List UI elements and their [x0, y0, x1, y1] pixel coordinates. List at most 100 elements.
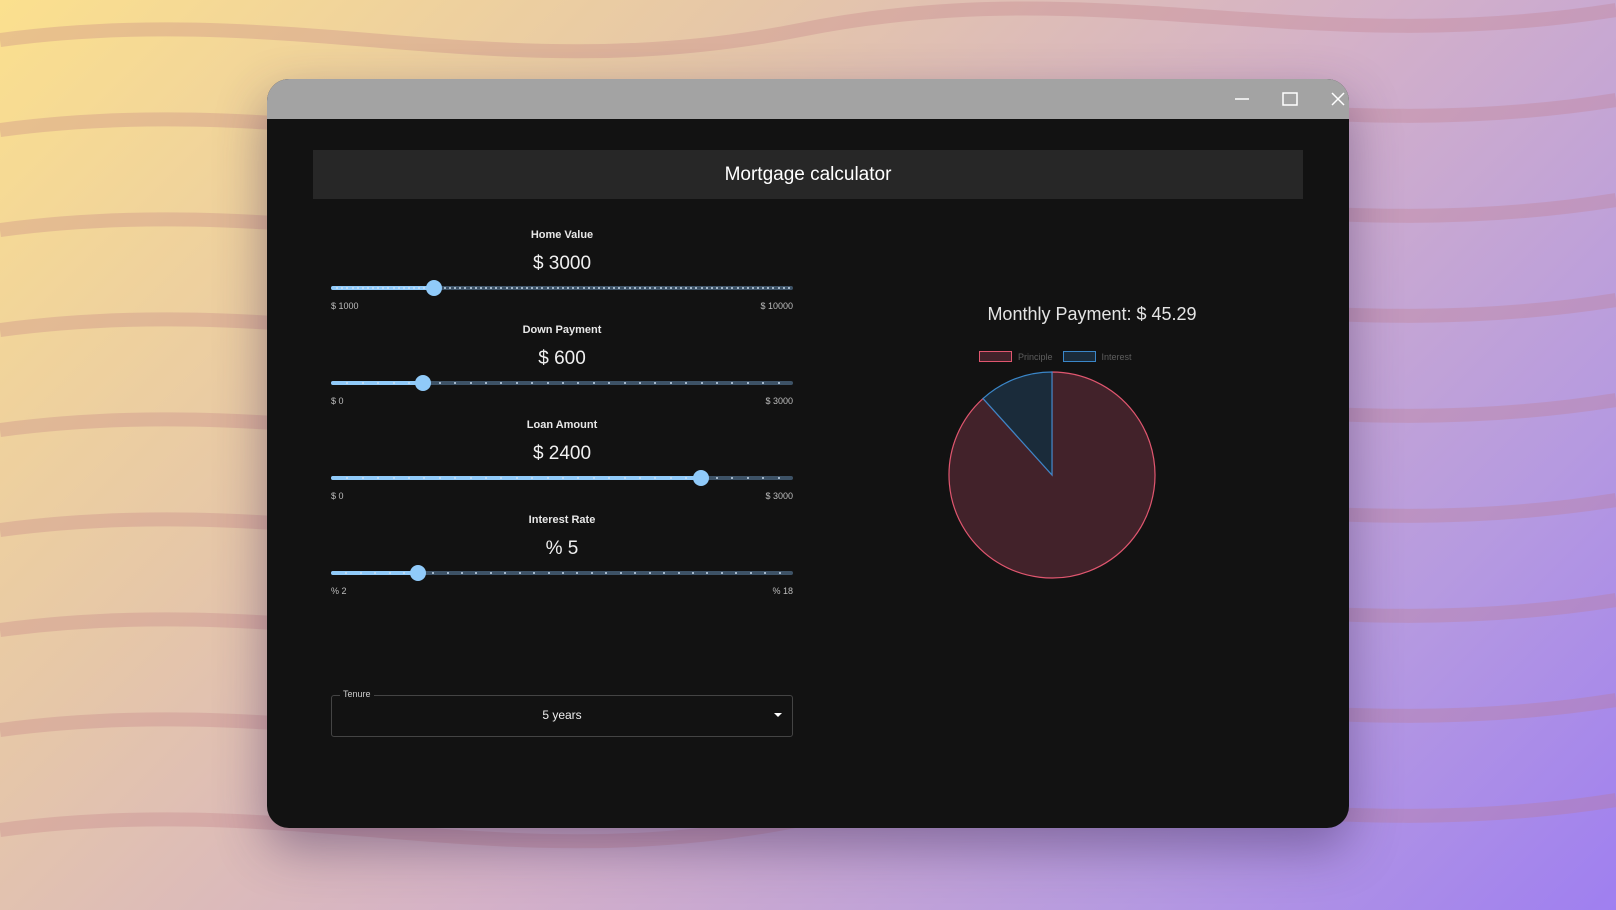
slider-tick [515, 477, 518, 479]
slider-tick [556, 287, 559, 289]
slider-tick [546, 477, 549, 479]
loan-amount-slider-block: Loan Amount $ 2400 $ 0 $ 3000 [331, 419, 793, 514]
slider-tick [359, 572, 362, 574]
slider-tick [377, 382, 380, 384]
slider-tick [762, 287, 765, 289]
slider-panel: Home Value $ 3000 $ 1000 $ 10000 Down Pay… [331, 229, 793, 609]
slider-tick [402, 287, 405, 289]
slider-tick [446, 572, 449, 574]
tenure-select[interactable]: Tenure 5 years [331, 689, 793, 737]
loan-amount-slider[interactable] [331, 470, 793, 486]
legend-label-principle[interactable]: Principle [1018, 352, 1053, 362]
tenure-label: Tenure [340, 689, 374, 699]
down-payment-slider[interactable] [331, 375, 793, 391]
slider-tick [608, 382, 611, 384]
slider-tick [710, 287, 713, 289]
maximize-button[interactable] [1267, 79, 1313, 119]
slider-tick [772, 287, 775, 289]
slider-tick [663, 572, 666, 574]
home-value-slider-block: Home Value $ 3000 $ 1000 $ 10000 [331, 229, 793, 324]
slider-tick [407, 287, 410, 289]
slider-tick [720, 572, 723, 574]
interest-rate-slider[interactable] [331, 565, 793, 581]
slider-tick [633, 287, 636, 289]
legend-label-interest[interactable]: Interest [1102, 352, 1132, 362]
slider-tick [634, 572, 637, 574]
home-value-slider[interactable] [331, 280, 793, 296]
slider-tick [454, 287, 457, 289]
slider-tick [664, 287, 667, 289]
slider-tick [638, 382, 641, 384]
slider-tick [356, 287, 359, 289]
slider-tick [716, 477, 718, 479]
minimize-button[interactable] [1219, 79, 1265, 119]
slider-tick [531, 477, 534, 479]
slider-tick [484, 287, 487, 289]
slider-tick [767, 287, 770, 289]
slider-tick [618, 287, 621, 289]
slider-tick [489, 572, 492, 574]
slider-tick [520, 287, 523, 289]
slider-tick [685, 477, 688, 479]
slider-tick [746, 477, 749, 479]
legend-swatch-interest[interactable] [1062, 351, 1096, 362]
slider-tick [345, 572, 348, 574]
slider-tick [605, 572, 608, 574]
slider-tick [787, 287, 790, 289]
title-bar[interactable] [267, 79, 1349, 119]
slider-tick [677, 572, 680, 574]
slider-max-label: $ 3000 [765, 396, 793, 406]
slider-max-label: $ 3000 [765, 491, 793, 501]
slider-tick [623, 477, 626, 479]
slider-tick [562, 572, 564, 574]
slider-tick [407, 382, 410, 384]
slider-tick [731, 382, 734, 384]
slider-tick [623, 382, 626, 384]
slider-tick [547, 572, 550, 574]
slider-tick [459, 287, 462, 289]
slider-tick [654, 382, 657, 384]
slider-tick [449, 287, 452, 289]
monthly-payment: Monthly Payment: $ 45.29 [987, 304, 1197, 324]
slider-tick [590, 572, 593, 574]
dropdown-caret-icon [774, 713, 782, 717]
slider-label: Loan Amount [526, 419, 598, 431]
slider-tick [346, 382, 349, 384]
slider-tick [361, 477, 364, 479]
slider-thumb[interactable] [692, 470, 709, 486]
slider-tick [726, 287, 729, 289]
slider-tick [592, 477, 595, 479]
slider-tick [531, 287, 534, 289]
slider-thumb[interactable] [425, 280, 442, 296]
slider-tick [736, 287, 739, 289]
app-window: Mortgage calculator Home Value $ 3000 $ … [267, 79, 1349, 828]
slider-tick [546, 287, 549, 289]
slider-tick [691, 572, 694, 574]
slider-tick [490, 287, 493, 289]
slider-thumb[interactable] [409, 565, 426, 581]
slider-tick [541, 287, 544, 289]
slider-tick [700, 382, 703, 384]
slider-tick [443, 287, 446, 289]
slider-tick [659, 287, 662, 289]
close-button[interactable] [1315, 79, 1349, 119]
slider-tick [377, 477, 380, 479]
slider-tick [576, 572, 579, 574]
slider-tick [608, 477, 611, 479]
slider-tick [403, 572, 406, 574]
slider-tick [572, 287, 575, 289]
interest-rate-slider-block: Interest Rate % 5 % 2 % 18 [331, 514, 793, 609]
slider-tick [731, 287, 734, 289]
slider-thumb[interactable] [415, 375, 432, 391]
legend-swatch-principle[interactable] [979, 351, 1012, 362]
page-header: Mortgage calculator [313, 150, 1303, 199]
slider-tick [469, 287, 472, 289]
slider-tick [536, 287, 539, 289]
slider-tick [515, 287, 518, 289]
slider-tick [778, 572, 781, 574]
slider-tick [685, 287, 688, 289]
chart-legend: Principle Interest [979, 351, 1132, 362]
slider-tick [469, 382, 472, 384]
slider-min-label: $ 0 [331, 396, 344, 406]
slider-tick [721, 287, 724, 289]
